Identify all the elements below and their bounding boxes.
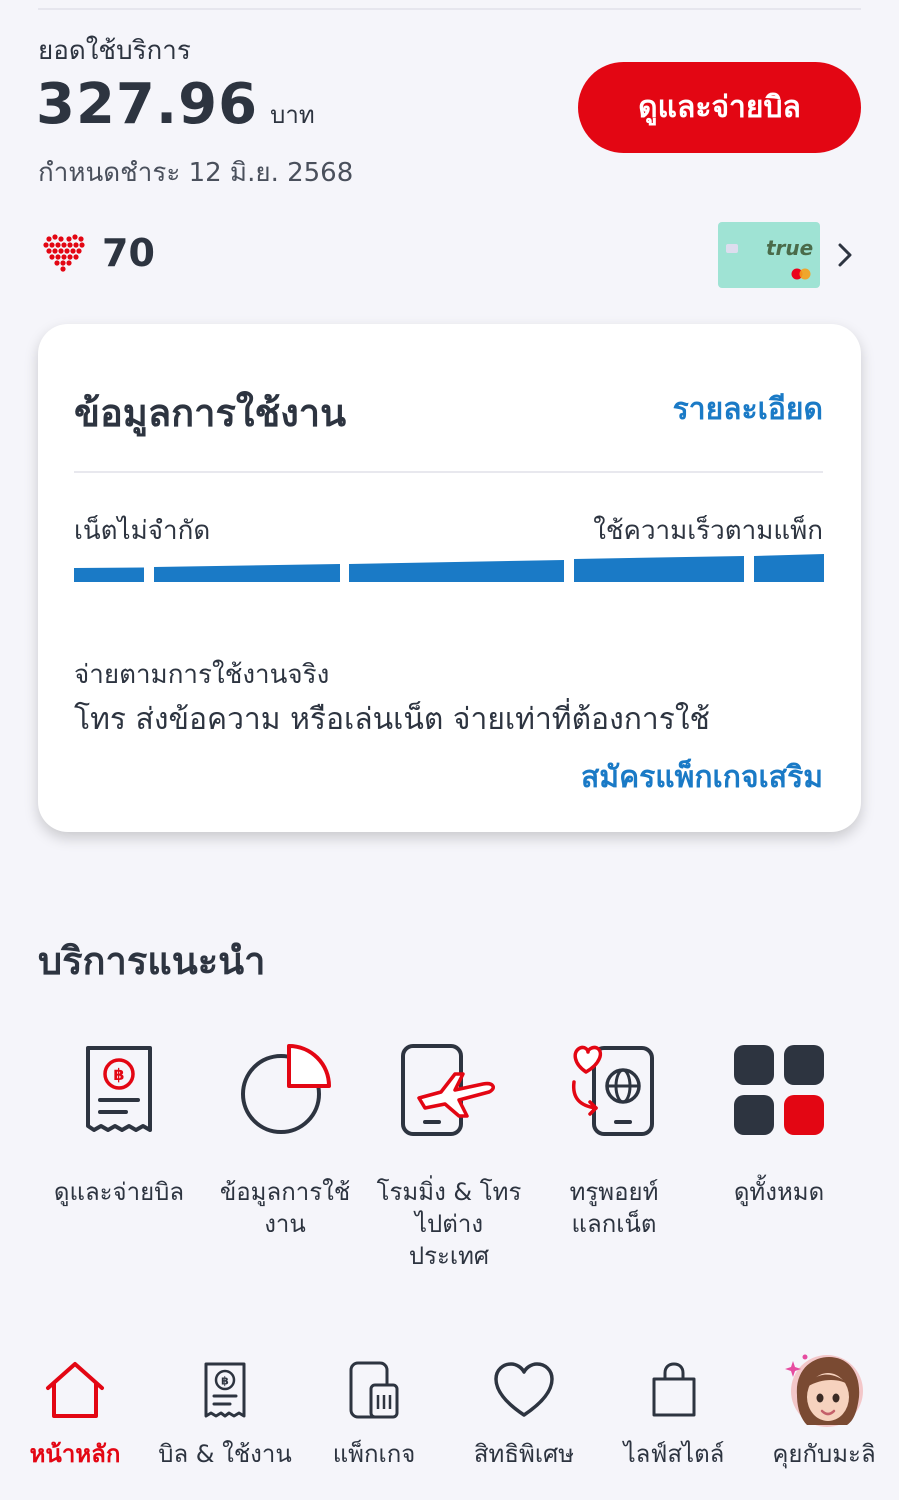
net-unlimited-label: เน็ตไม่จำกัด: [74, 516, 211, 546]
bottom-navigation: หน้าหลัก ฿ บิล & ใช้งาน แพ็กเกจ สิทธิพิเ…: [0, 1340, 899, 1500]
nav-label: คุยกับมะลิ: [772, 1440, 876, 1468]
plan-description: โทร ส่งข้อความ หรือเล่นเน็ต จ่ายเท่าที่ต…: [74, 702, 710, 737]
true-points[interactable]: 70: [42, 230, 155, 276]
net-speed-label: ใช้ความเร็วตามแพ็ก: [593, 516, 823, 546]
mastercard-icon: [791, 268, 811, 280]
usage-bar-segment: [574, 556, 744, 582]
usage-bar-segment: [74, 567, 144, 582]
service-roaming[interactable]: โรมมิ่ง & โทร ไปต่าง ประเทศ: [374, 1040, 524, 1272]
usage-title: ข้อมูลการใช้งาน: [74, 391, 347, 435]
service-usage-info[interactable]: ข้อมูลการใช้ งาน: [210, 1040, 360, 1240]
usage-detail-link[interactable]: รายละเอียด: [673, 386, 823, 433]
bill-label: ยอดใช้บริการ: [38, 36, 191, 66]
card-brand-logo: true: [766, 236, 814, 260]
avatar-icon: [785, 1354, 863, 1427]
true-card-image: true: [718, 222, 820, 288]
bill-amount-unit: บาท: [270, 101, 315, 129]
service-view-pay-bill[interactable]: ฿ ดูและจ่ายบิล: [44, 1040, 194, 1208]
points-exchange-icon: [571, 1045, 654, 1136]
usage-bar-segment: [154, 564, 340, 582]
bill-amount-value: 327.96: [36, 72, 259, 137]
service-label-line3: ประเทศ: [408, 1242, 490, 1270]
heart-icon: [494, 1362, 554, 1417]
svg-text:฿: ฿: [113, 1065, 124, 1084]
nav-label: บิล & ใช้งาน: [158, 1440, 292, 1468]
usage-card: ข้อมูลการใช้งาน รายละเอียด เน็ตไม่จำกัด …: [38, 324, 861, 832]
sim-icon: [349, 1361, 399, 1419]
service-truepoint-exchange[interactable]: ทรูพอยท์ แลกเน็ต: [539, 1040, 689, 1240]
nav-package[interactable]: แพ็กเกจ: [299, 1340, 449, 1473]
card-chip: [726, 244, 738, 253]
plan-type-label: จ่ายตามการใช้งานจริง: [74, 660, 330, 690]
nav-label: ไลฟ์สไตล์: [623, 1440, 725, 1468]
bill-icon: ฿: [86, 1046, 152, 1132]
service-label-line1: ข้อมูลการใช้: [219, 1178, 351, 1206]
shopping-bag-icon: [652, 1362, 696, 1417]
service-view-all[interactable]: ดูทั้งหมด: [704, 1040, 854, 1208]
nav-chat-mali[interactable]: คุยกับมะลิ: [749, 1340, 899, 1473]
service-label-line2: ไปต่าง: [414, 1210, 484, 1238]
service-label-line1: โรมมิ่ง & โทร: [376, 1178, 522, 1206]
grid-icon: [734, 1045, 824, 1135]
nav-label: หน้าหลัก: [29, 1440, 121, 1468]
nav-privileges[interactable]: สิทธิพิเศษ: [449, 1340, 599, 1473]
service-label-line2: งาน: [264, 1210, 306, 1238]
subscribe-addon-link[interactable]: สมัครแพ็กเกจเสริม: [581, 754, 823, 801]
svg-text:฿: ฿: [221, 1375, 229, 1388]
recommended-services-title: บริการแนะนำ: [38, 939, 266, 983]
service-label-line1: ทรูพอยท์: [569, 1178, 659, 1206]
bill-icon: ฿: [204, 1362, 246, 1418]
nav-home[interactable]: หน้าหลัก: [0, 1340, 150, 1473]
view-and-pay-bill-button[interactable]: ดูและจ่ายบิล: [578, 62, 861, 153]
bill-due-date: กำหนดชำระ 12 มิ.ย. 2568: [38, 158, 354, 188]
service-label: ดูและจ่ายบิล: [53, 1178, 185, 1206]
top-divider: [38, 8, 861, 10]
points-value: 70: [102, 231, 155, 275]
usage-bar-segment: [754, 554, 824, 582]
usage-progress-bar: [74, 554, 824, 582]
nav-lifestyle[interactable]: ไลฟ์สไตล์: [599, 1340, 749, 1473]
nav-label: แพ็กเกจ: [332, 1440, 416, 1468]
nav-label: สิทธิพิเศษ: [473, 1440, 575, 1468]
service-label: ดูทั้งหมด: [733, 1178, 825, 1206]
bill-amount: 327.96 บาท: [36, 72, 315, 137]
pixel-heart-icon: [43, 234, 85, 272]
home-icon: [46, 1362, 104, 1418]
pie-chart-icon: [241, 1044, 331, 1134]
usage-bar-segment: [349, 560, 564, 582]
usage-divider: [74, 471, 823, 473]
roaming-icon: [401, 1044, 495, 1136]
nav-bill-usage[interactable]: ฿ บิล & ใช้งาน: [150, 1340, 300, 1473]
service-label-line2: แลกเน็ต: [571, 1210, 657, 1238]
true-card-link[interactable]: true: [718, 222, 860, 288]
chevron-right-icon: [838, 243, 852, 267]
